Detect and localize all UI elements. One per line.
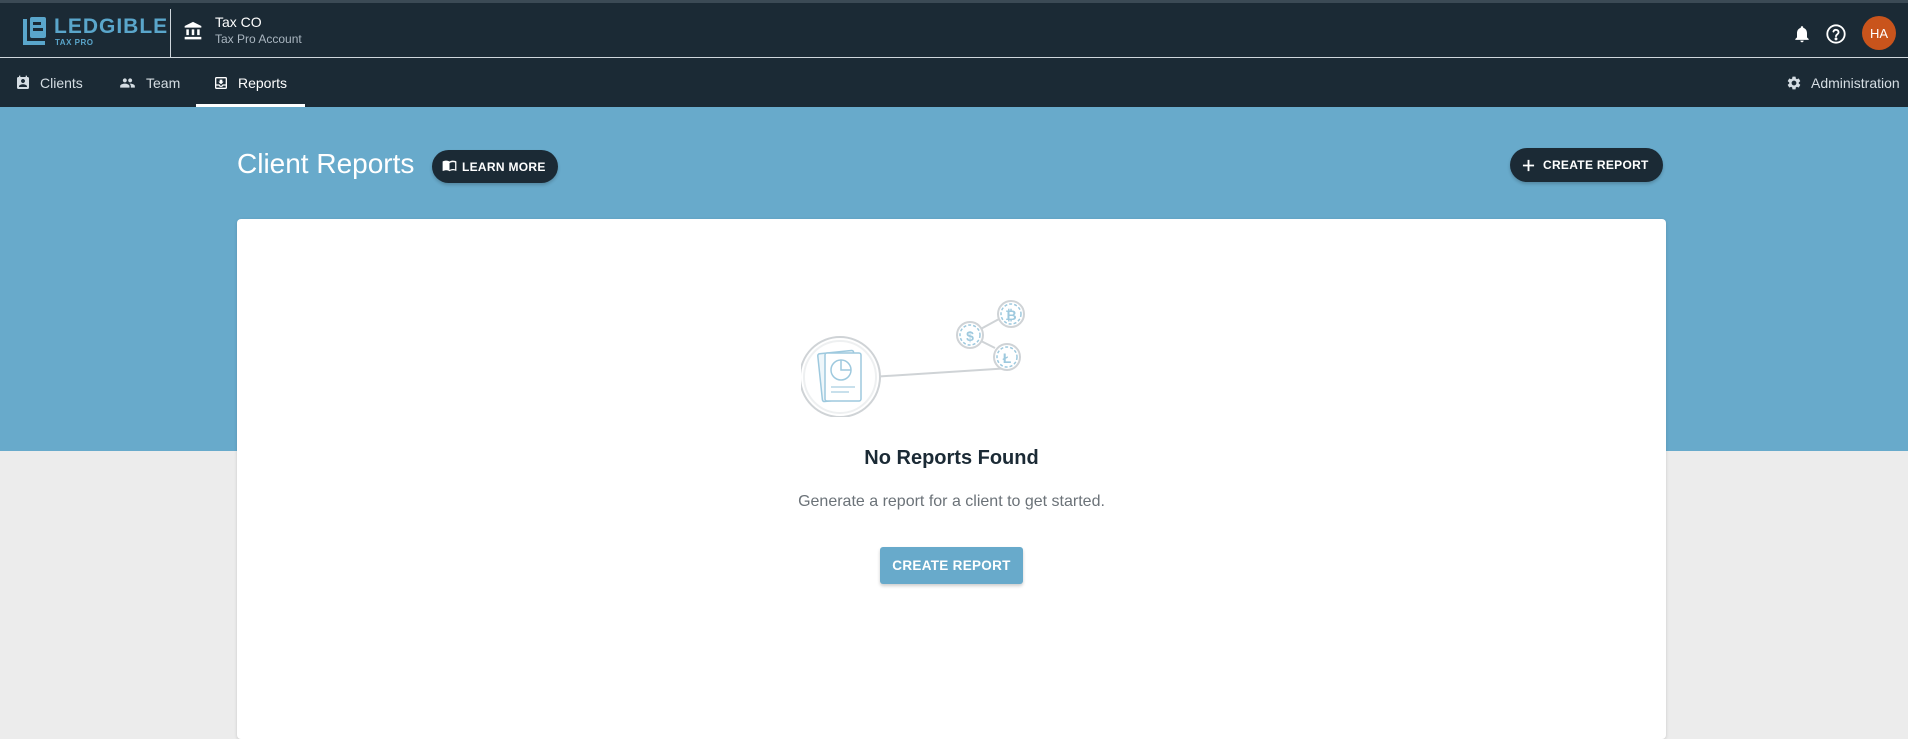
page-title: Client Reports: [237, 148, 415, 179]
svg-text:₿: ₿: [1005, 307, 1016, 323]
nav-label-administration: Administration: [1811, 74, 1900, 91]
nav-item-administration[interactable]: Administration: [1786, 58, 1900, 107]
main-nav: Clients Team Reports Administration: [0, 58, 1908, 107]
user-avatar[interactable]: HA: [1862, 16, 1896, 50]
report-icon: [215, 76, 227, 89]
nav-label-team: Team: [146, 74, 181, 91]
create-report-header-label: CREATE REPORT: [1543, 158, 1649, 172]
svg-text:$: $: [966, 328, 974, 344]
learn-more-label: LEARN MORE: [462, 159, 546, 174]
bank-icon: [183, 21, 203, 41]
empty-state-title: No Reports Found: [864, 447, 1039, 469]
empty-reports-illustration: $ ₿ Ł: [801, 300, 1025, 417]
header-divider: [170, 9, 171, 58]
notifications-bell-icon[interactable]: [1790, 22, 1814, 46]
top-bar: LEDGIBLE TAX PRO Tax CO Tax Pro Account: [0, 0, 1908, 58]
nav-item-team[interactable]: Team: [118, 58, 180, 107]
learn-more-button[interactable]: LEARN MORE: [432, 150, 558, 183]
nav-item-clients[interactable]: Clients: [15, 58, 83, 107]
ledgible-logo[interactable]: LEDGIBLE TAX PRO: [22, 16, 168, 47]
gear-icon: [1787, 76, 1801, 89]
logo-wordmark: LEDGIBLE: [54, 15, 169, 38]
create-report-button[interactable]: CREATE REPORT: [880, 547, 1023, 584]
plus-icon: [1522, 159, 1535, 171]
nav-item-reports[interactable]: Reports: [213, 58, 287, 107]
svg-text:Ł: Ł: [1003, 350, 1012, 366]
people-icon: [120, 77, 135, 88]
nav-label-clients: Clients: [40, 74, 83, 91]
ledgible-logo-icon: [22, 16, 48, 46]
logo-subtext: TAX PRO: [55, 38, 94, 47]
reports-card: $ ₿ Ł No Reports Found Generate a report…: [237, 219, 1666, 739]
account-type: Tax Pro Account: [215, 32, 302, 46]
nav-label-reports: Reports: [238, 74, 288, 91]
contact-book-icon: [17, 75, 29, 89]
create-report-header-button[interactable]: CREATE REPORT: [1510, 148, 1663, 182]
help-icon[interactable]: [1824, 22, 1848, 46]
account-name: Tax CO: [215, 14, 262, 30]
empty-state-message: Generate a report for a client to get st…: [798, 493, 1105, 510]
book-icon: [442, 160, 457, 172]
account-switcher[interactable]: Tax CO Tax Pro Account: [183, 13, 302, 47]
